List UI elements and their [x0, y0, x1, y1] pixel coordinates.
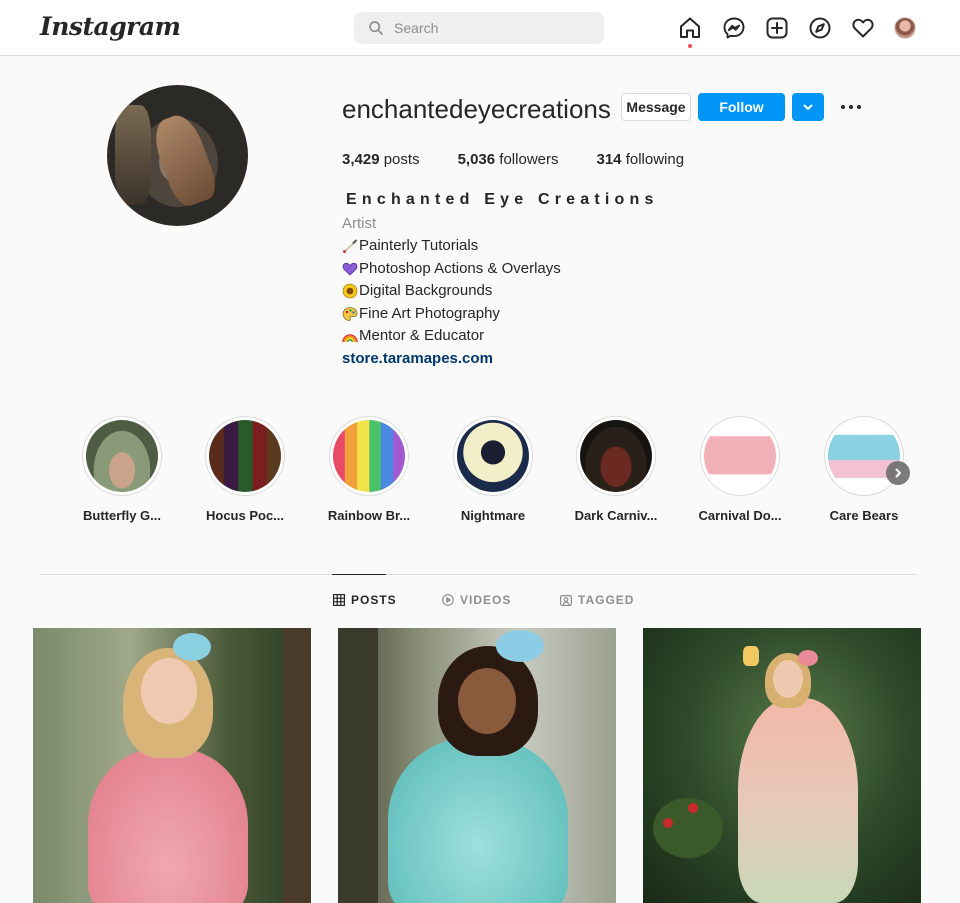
posts-count: 3,429 — [342, 151, 380, 168]
profile-stats: 3,429 posts 5,036 followers 314 followin… — [342, 151, 722, 168]
bio-text: Mentor & Educator — [359, 327, 485, 344]
video-icon — [442, 594, 454, 606]
chevron-right-icon — [895, 468, 901, 478]
rainbow-icon — [342, 328, 358, 344]
tabs-divider — [40, 574, 917, 575]
bio-link[interactable]: store.taramapes.com — [342, 350, 493, 367]
profile-picture[interactable] — [107, 85, 248, 226]
tab-label: TAGGED — [578, 593, 635, 607]
search-icon — [369, 21, 383, 35]
home-icon[interactable] — [678, 16, 702, 40]
post-subject-dress — [388, 738, 568, 903]
highlight-cover — [333, 420, 405, 492]
tab-posts[interactable]: POSTS — [333, 592, 397, 608]
messenger-icon[interactable] — [722, 16, 746, 40]
highlight-label: Hocus Poc... — [205, 508, 285, 523]
post-rose — [663, 818, 673, 828]
purple-heart-icon — [342, 261, 358, 277]
bio-text: Digital Backgrounds — [359, 282, 493, 299]
explore-icon[interactable] — [808, 16, 832, 40]
active-tab-indicator — [332, 574, 386, 575]
lantern-icon — [743, 646, 759, 666]
profile-username: enchantedeyecreations — [342, 94, 611, 124]
posts-stat: 3,429 posts — [342, 151, 420, 168]
tab-label: VIDEOS — [460, 593, 512, 607]
highlight-cover — [209, 420, 281, 492]
followers-label: followers — [499, 151, 559, 168]
bio-text: Fine Art Photography — [359, 305, 500, 322]
tab-tagged[interactable]: TAGGED — [560, 592, 634, 608]
highlight-cover — [580, 420, 652, 492]
bio-line: Mentor & Educator — [342, 327, 484, 344]
post-hair-flower — [173, 633, 211, 661]
post-subject-dress — [88, 748, 248, 903]
follow-button[interactable]: Follow — [698, 93, 785, 121]
tab-label: POSTS — [351, 593, 397, 607]
bio-line: Digital Backgrounds — [342, 282, 492, 299]
post-hair-flower — [798, 650, 818, 666]
highlights-next-button[interactable] — [886, 461, 910, 485]
following-stat[interactable]: 314 following — [596, 151, 684, 168]
profile-category: Artist — [342, 215, 377, 232]
bio-line: Fine Art Photography — [342, 305, 500, 322]
instagram-logo[interactable]: Instagram — [40, 12, 181, 41]
tab-videos[interactable]: VIDEOS — [442, 592, 511, 608]
grid-icon — [333, 594, 345, 606]
paintbrush-icon — [342, 238, 358, 254]
post-subject-face — [773, 660, 803, 698]
palette-icon — [342, 306, 358, 322]
post-hair-flower — [496, 630, 544, 662]
post-rose — [688, 803, 698, 813]
following-label: following — [625, 151, 685, 168]
tagged-icon — [560, 595, 572, 606]
highlight-label: Butterfly G... — [82, 508, 161, 523]
post-background-detail — [338, 628, 378, 903]
post-background-detail — [283, 628, 311, 903]
highlight-cover — [86, 420, 158, 492]
profile-picture-figure — [147, 110, 222, 210]
followers-count: 5,036 — [457, 151, 496, 168]
profile-full-name: Enchanted Eye Creations — [346, 191, 659, 208]
post-subject-dress — [738, 698, 858, 903]
bio-line: Photoshop Actions & Overlays — [342, 260, 561, 277]
message-button[interactable]: Message — [621, 93, 691, 121]
followers-stat[interactable]: 5,036 followers — [458, 151, 559, 168]
highlight-cover — [457, 420, 529, 492]
bio-line: Painterly Tutorials — [342, 237, 478, 254]
highlight-label: Dark Carniv... — [574, 508, 658, 523]
post-thumbnail[interactable] — [33, 628, 311, 903]
new-post-icon[interactable] — [765, 16, 789, 40]
top-navbar: Instagram — [0, 0, 960, 56]
more-options-icon[interactable] — [840, 99, 862, 115]
highlight-label: Nightmare — [460, 508, 526, 523]
bio-text: Painterly Tutorials — [359, 237, 479, 254]
post-thumbnail[interactable] — [643, 628, 921, 903]
posts-label: posts — [383, 151, 420, 168]
suggested-accounts-button[interactable] — [792, 93, 824, 121]
profile-avatar[interactable] — [894, 17, 916, 39]
activity-heart-icon[interactable] — [851, 16, 875, 40]
highlight-label: Carnival Do... — [698, 508, 782, 523]
home-active-indicator — [688, 44, 692, 48]
highlight-label: Care Bears — [829, 508, 899, 523]
search-input[interactable] — [394, 12, 594, 44]
highlight-cover — [704, 420, 776, 492]
post-subject-face — [141, 658, 197, 724]
highlight-label: Rainbow Br... — [327, 508, 411, 523]
sunflower-icon — [342, 283, 358, 299]
chevron-down-icon — [803, 104, 813, 110]
bio-text: Photoshop Actions & Overlays — [359, 260, 561, 277]
profile-picture-detail — [115, 105, 151, 205]
post-subject-face — [458, 668, 516, 734]
search-box[interactable] — [354, 12, 604, 44]
post-thumbnail[interactable] — [338, 628, 616, 903]
following-count: 314 — [596, 151, 622, 168]
